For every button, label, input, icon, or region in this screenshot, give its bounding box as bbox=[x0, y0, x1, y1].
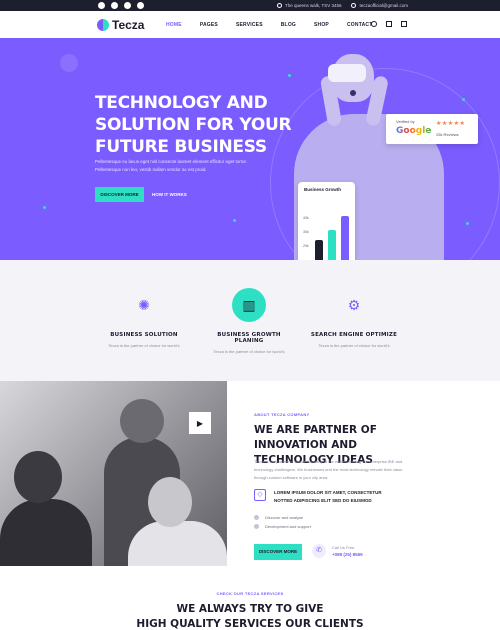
features-section: ✺ BUSINESS SOLUTION Tecza is the partner… bbox=[0, 260, 500, 381]
hero-section: TECHNOLOGY AND SOLUTION FOR YOUR FUTURE … bbox=[0, 38, 500, 260]
about-highlight-text: LOREM IPSUM DOLOR SIT AMET, CONSECTETUR … bbox=[274, 490, 382, 503]
social-links bbox=[98, 2, 144, 9]
decor-dot bbox=[233, 219, 236, 222]
search-optimize-icon: ⚙ bbox=[347, 296, 361, 313]
decor-dot bbox=[466, 222, 469, 225]
contact-info: The queens walk, TSV 3456 teczaofficial@… bbox=[277, 1, 408, 10]
chart-y-tick: 30k bbox=[303, 230, 309, 234]
chart-y-tick: 40k bbox=[303, 216, 309, 220]
hero-text-line: Pellentesque eu lacus eget nisl consecte… bbox=[95, 159, 248, 164]
check-icon bbox=[254, 524, 259, 529]
top-bar: The queens walk, TSV 3456 teczaofficial@… bbox=[0, 0, 500, 11]
services-tag: CHECK OUR TECZA SERVICES bbox=[216, 591, 284, 596]
decor-dot bbox=[288, 74, 291, 77]
nav-item-services[interactable]: SERVICES bbox=[236, 22, 263, 28]
check-item: Discover and analyse bbox=[254, 515, 303, 520]
facebook-icon[interactable] bbox=[98, 2, 105, 9]
call-us[interactable]: ✆ Call Us Free +088 (25) 8569 bbox=[312, 544, 363, 558]
rating-stars: ★★★★★ bbox=[436, 121, 466, 127]
nav-item-pages[interactable]: PAGES bbox=[200, 22, 218, 28]
nav-item-shop[interactable]: SHOP bbox=[314, 22, 329, 28]
cart-icon[interactable] bbox=[386, 21, 392, 27]
nav-menu: HOME PAGES SERVICES BLOG SHOP CONTACT bbox=[166, 22, 372, 28]
feature-card: ⚙ SEARCH ENGINE OPTIMIZE Tecza is the pa… bbox=[309, 288, 399, 349]
nav-icons bbox=[371, 21, 407, 27]
feature-card: ✺ BUSINESS SOLUTION Tecza is the partner… bbox=[99, 288, 189, 349]
nav-item-home[interactable]: HOME bbox=[166, 22, 182, 28]
feature-text: Tecza is the partner of choice for world… bbox=[108, 343, 180, 348]
feature-card: ▥ BUSINESS GROWTH PLANING Tecza is the p… bbox=[204, 288, 294, 354]
chart-bar-2021 bbox=[341, 216, 349, 260]
services-title: WE ALWAYS TRY TO GIVE HIGH QUALITY SERVIC… bbox=[0, 602, 500, 630]
about-discover-more-button[interactable]: DISCOVER MORE bbox=[254, 544, 302, 560]
about-highlight: ◇ LOREM IPSUM DOLOR SIT AMET, CONSECTETU… bbox=[254, 489, 394, 504]
chart-bar-2019 bbox=[315, 240, 323, 260]
hero-title: TECHNOLOGY AND SOLUTION FOR YOUR FUTURE … bbox=[95, 93, 292, 157]
services-title-line: WE ALWAYS TRY TO GIVE bbox=[176, 603, 324, 615]
feature-text: Tecza is the partner of choice for world… bbox=[213, 349, 285, 354]
decor-circle-small bbox=[60, 54, 78, 72]
feature-title: BUSINESS GROWTH PLANING bbox=[217, 332, 281, 344]
check-item-text: Discover and analyse bbox=[265, 515, 304, 520]
play-video-button[interactable]: ▶ bbox=[189, 412, 211, 434]
services-title-line: HIGH QUALITY SERVICES OUR CLIENTS bbox=[136, 618, 364, 630]
check-item-text: Development and support bbox=[265, 524, 311, 529]
services-section: CHECK OUR TECZA SERVICES WE ALWAYS TRY T… bbox=[0, 566, 500, 630]
location-icon bbox=[277, 3, 283, 8]
instagram-icon[interactable] bbox=[111, 2, 118, 9]
person-head bbox=[148, 477, 192, 527]
feature-title: BUSINESS SOLUTION bbox=[110, 332, 178, 338]
about-team-image bbox=[0, 381, 227, 566]
decor-dot bbox=[43, 206, 46, 209]
check-icon bbox=[254, 515, 259, 520]
hero-text-line: Pellentesque non leo, vestib nullam vend… bbox=[95, 167, 207, 172]
person-mouth bbox=[350, 90, 356, 96]
google-logo: Google bbox=[396, 126, 431, 136]
search-icon[interactable] bbox=[371, 21, 377, 27]
logo-text: Tecza bbox=[112, 18, 145, 32]
person-figure bbox=[128, 521, 227, 566]
how-it-works-link[interactable]: HOW IT WORKS bbox=[152, 187, 187, 202]
decor-dot bbox=[462, 98, 465, 101]
growth-card-title: Business Growth bbox=[304, 187, 342, 192]
vr-headset bbox=[328, 64, 366, 82]
review-count: 25k Reviews bbox=[436, 132, 459, 137]
play-icon: ▶ bbox=[196, 418, 204, 428]
check-item: Development and support bbox=[254, 524, 311, 529]
google-rating-card: Verified by Google ★★★★★ 25k Reviews bbox=[386, 114, 478, 144]
address-text: The queens walk, TSV 3456 bbox=[285, 3, 342, 8]
about-description: Tecza is the partner of choice for many … bbox=[254, 459, 403, 480]
call-number[interactable]: +088 (25) 8569 bbox=[332, 552, 363, 557]
main-nav: Tecza HOME PAGES SERVICES BLOG SHOP CONT… bbox=[0, 11, 500, 38]
person-figure bbox=[0, 499, 92, 566]
grid-icon[interactable] bbox=[401, 21, 407, 27]
nav-item-contact[interactable]: CONTACT bbox=[347, 22, 372, 28]
feature-text: Tecza is the partner of choice for world… bbox=[318, 343, 390, 348]
person-head bbox=[120, 399, 164, 443]
logo[interactable]: Tecza bbox=[97, 18, 144, 32]
call-label: Call Us Free bbox=[332, 545, 355, 550]
phone-icon: ✆ bbox=[312, 544, 326, 558]
feature-title: SEARCH ENGINE OPTIMIZE bbox=[310, 332, 398, 338]
hero-text: Pellentesque eu lacus eget nisl consecte… bbox=[95, 158, 275, 174]
email-text[interactable]: teczaofficial@gmail.com bbox=[359, 3, 408, 8]
badge-icon: ◇ bbox=[254, 489, 266, 501]
twitter-icon[interactable] bbox=[124, 2, 131, 9]
chart-y-tick: 20k bbox=[303, 244, 309, 248]
discover-more-button[interactable]: DISCOVER MORE bbox=[95, 187, 144, 202]
idea-icon: ✺ bbox=[138, 296, 150, 313]
logo-mark-icon bbox=[97, 19, 109, 31]
google-brand-text: Google bbox=[396, 126, 432, 136]
google-card-label: Verified by bbox=[396, 119, 415, 124]
email-item[interactable]: teczaofficial@gmail.com bbox=[351, 1, 408, 10]
chart-bar-2020 bbox=[328, 230, 336, 260]
mail-icon bbox=[351, 3, 357, 8]
pinterest-icon[interactable] bbox=[137, 2, 144, 9]
person-head bbox=[14, 451, 62, 503]
growth-chart-icon: ▥ bbox=[232, 288, 266, 322]
business-growth-card: Business Growth 40k30k20k201920202021 bbox=[298, 182, 355, 260]
nav-item-blog[interactable]: BLOG bbox=[281, 22, 296, 28]
address-item: The queens walk, TSV 3456 bbox=[277, 1, 341, 10]
about-tag: ABOUT TECZA COMPANY bbox=[254, 412, 310, 417]
